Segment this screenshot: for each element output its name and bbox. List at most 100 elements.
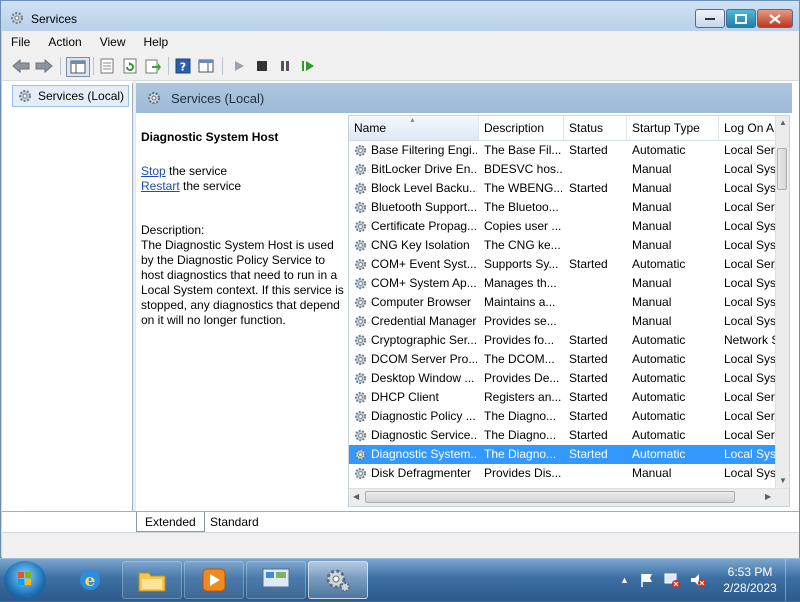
export-list-button[interactable] <box>144 57 162 75</box>
table-row[interactable]: CNG Key Isolation The CNG ke... Manual Loca… <box>349 236 777 255</box>
scroll-left-icon[interactable]: ◀ <box>353 492 359 501</box>
menu-help[interactable]: Help <box>135 35 178 49</box>
toolbar-separator <box>168 57 169 75</box>
title-bar[interactable]: Services <box>1 1 799 31</box>
tree-item-services-local[interactable]: Services (Local) <box>12 85 130 107</box>
menu-bar: File Action View Help <box>2 31 799 52</box>
cell-logon: Local Serv <box>724 390 777 404</box>
table-row[interactable]: COM+ Event Syst... Supports Sy... Started A… <box>349 255 777 274</box>
restart-action-line: Restart the service <box>141 179 241 193</box>
cell-description: BDESVC hos... <box>484 162 562 176</box>
volume-muted-icon[interactable] <box>689 572 707 588</box>
cell-startup: Automatic <box>632 390 686 404</box>
stop-service-link[interactable]: Stop <box>141 164 166 178</box>
scroll-right-icon[interactable]: ▶ <box>765 492 771 501</box>
menu-view[interactable]: View <box>91 35 135 49</box>
restart-service-link[interactable]: Restart <box>141 179 180 193</box>
cell-logon: Local Syst <box>724 466 777 480</box>
cell-description: Supports Sy... <box>484 257 559 271</box>
table-row[interactable]: Base Filtering Engi... The Base Fil... Sta… <box>349 141 777 160</box>
cell-startup: Manual <box>632 314 672 328</box>
table-row[interactable]: Disk Defragmenter Provides Dis... Manual Lo… <box>349 464 777 483</box>
table-row[interactable]: COM+ System Ap... Manages th... Manual Loca… <box>349 274 777 293</box>
column-header-label: Status <box>569 121 604 135</box>
cell-description: Provides se... <box>484 314 557 328</box>
table-row[interactable]: Block Level Backu... The WBENG... Started M… <box>349 179 777 198</box>
internet-explorer-icon: e <box>80 570 100 591</box>
scroll-up-icon[interactable]: ▲ <box>779 118 787 127</box>
start-button[interactable] <box>4 561 46 599</box>
cell-startup: Manual <box>632 200 672 214</box>
taskbar-windows-explorer[interactable] <box>122 561 182 599</box>
pause-icon <box>281 61 289 71</box>
minimize-icon <box>705 17 715 20</box>
start-service-button[interactable] <box>230 57 248 75</box>
cell-status: Started <box>569 428 608 442</box>
column-header-description[interactable]: Description <box>479 116 564 140</box>
vertical-scrollbar[interactable]: ▲ ▼ <box>775 116 789 490</box>
table-row[interactable]: Certificate Propag... Copies user ... Manu… <box>349 217 777 236</box>
tab-extended[interactable]: Extended <box>136 512 205 532</box>
menu-action[interactable]: Action <box>39 35 90 49</box>
table-row[interactable]: Diagnostic System... The Diagno... Started… <box>349 445 777 464</box>
column-header-startup-type[interactable]: Startup Type <box>627 116 719 140</box>
back-button[interactable] <box>12 57 30 75</box>
service-gear-icon <box>354 448 367 461</box>
table-row[interactable]: DCOM Server Pro... The DCOM... Started Auto… <box>349 350 777 369</box>
cell-description: Registers an... <box>484 390 562 404</box>
stop-service-button[interactable] <box>253 57 271 75</box>
table-row[interactable]: Diagnostic Service... The Diagno... Starte… <box>349 426 777 445</box>
table-row[interactable]: Bluetooth Support... The Bluetoo... Manual… <box>349 198 777 217</box>
tab-standard[interactable]: Standard <box>202 512 267 531</box>
vertical-scroll-thumb[interactable] <box>777 148 787 190</box>
refresh-button[interactable] <box>121 57 139 75</box>
table-row[interactable]: Credential Manager Provides se... Manual Lo… <box>349 312 777 331</box>
description-label: Description: <box>141 223 205 237</box>
play-icon <box>235 61 244 71</box>
cell-startup: Manual <box>632 181 672 195</box>
media-player-icon <box>202 568 226 592</box>
table-row[interactable]: Diagnostic Policy ... The Diagno... Starte… <box>349 407 777 426</box>
show-hide-console-tree-button[interactable] <box>66 57 90 77</box>
cell-logon: Local Syst <box>724 219 777 233</box>
horizontal-scrollbar[interactable]: ◀ ▶ <box>349 488 789 506</box>
help-button[interactable]: ? <box>174 57 192 75</box>
properties-button[interactable] <box>98 57 116 75</box>
network-disconnected-icon[interactable] <box>663 572 681 588</box>
cell-logon: Local Serv <box>724 257 777 271</box>
table-row[interactable]: DHCP Client Registers an... Started Automat… <box>349 388 777 407</box>
horizontal-scroll-thumb[interactable] <box>365 491 735 503</box>
service-gear-icon <box>354 144 367 157</box>
tab-label: Extended <box>145 514 196 529</box>
forward-button[interactable] <box>35 57 53 75</box>
show-hidden-icons-icon[interactable]: ▲ <box>620 575 629 585</box>
table-row[interactable]: Desktop Window ... Provides De... Started A… <box>349 369 777 388</box>
taskbar-internet-explorer[interactable]: e <box>60 561 120 599</box>
table-row[interactable]: BitLocker Drive En... BDESVC hos... Manual… <box>349 160 777 179</box>
close-button[interactable] <box>757 9 793 28</box>
restart-service-button[interactable] <box>299 57 317 75</box>
column-header-status[interactable]: Status <box>564 116 627 140</box>
svg-text:e: e <box>85 571 96 591</box>
table-row[interactable]: Computer Browser Maintains a... Manual Loca… <box>349 293 777 312</box>
taskbar-services[interactable] <box>308 561 368 599</box>
maximize-button[interactable] <box>726 9 756 28</box>
pause-service-button[interactable] <box>276 57 294 75</box>
menu-file[interactable]: File <box>2 35 39 49</box>
action-center-flag-icon[interactable] <box>639 572 655 588</box>
system-clock[interactable]: 6:53 PM 2/28/2023 <box>715 564 785 596</box>
column-header-name[interactable]: ▲ Name <box>349 116 479 140</box>
show-action-pane-button[interactable] <box>197 57 215 75</box>
cell-startup: Automatic <box>632 371 686 385</box>
scroll-down-icon[interactable]: ▼ <box>779 476 787 485</box>
cell-logon: Local Syst <box>724 295 777 309</box>
toolbar: ? <box>2 52 799 81</box>
cell-startup: Automatic <box>632 143 686 157</box>
taskbar-control-panel[interactable] <box>246 561 306 599</box>
column-header-log-on-as[interactable]: Log On A <box>719 116 777 140</box>
show-desktop-button[interactable] <box>785 559 800 601</box>
cell-logon: Local Syst <box>724 447 777 461</box>
minimize-button[interactable] <box>695 9 725 28</box>
table-row[interactable]: Cryptographic Ser... Provides fo... Starte… <box>349 331 777 350</box>
taskbar-media-player[interactable] <box>184 561 244 599</box>
